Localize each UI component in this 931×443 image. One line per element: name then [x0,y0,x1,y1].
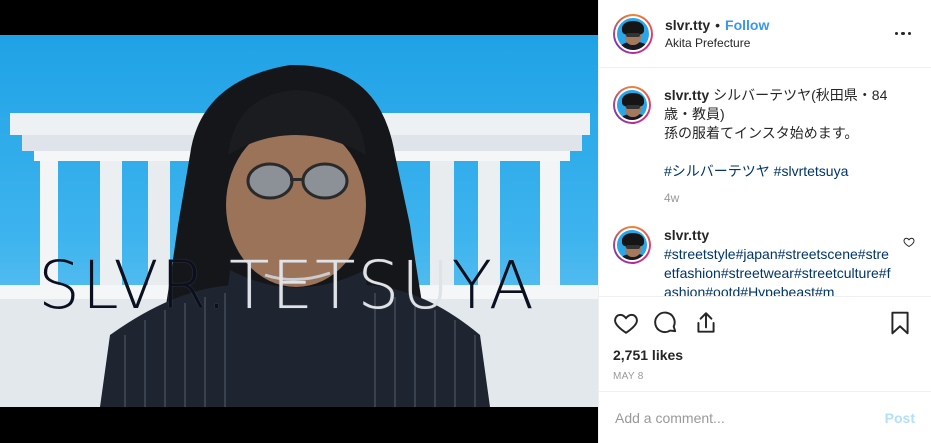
photo-overlay-text: SLVR.TETSUYA [38,247,536,324]
likes-count[interactable]: 2,751 likes [613,347,917,363]
caption-hashtags[interactable]: #シルバーテツヤ #slvrtetsuya [664,162,915,181]
add-comment-input[interactable] [615,409,885,426]
comment-username[interactable]: slvr.tty [664,226,889,245]
author-avatar[interactable] [613,13,653,54]
photo-scene [0,64,598,407]
bookmark-icon[interactable] [887,310,913,336]
like-comment-icon[interactable] [903,236,915,248]
more-options-icon[interactable] [891,22,915,46]
caption-text-line2: 孫の服着てインスタ始めます。 [664,125,859,141]
caption-avatar[interactable] [613,86,651,124]
post-location[interactable]: Akita Prefecture [665,36,891,50]
caption: slvr.tty シルバーテツヤ(秋田県・84歳・教員) 孫の服着てインスタ始めま… [613,86,915,208]
comment-item: slvr.tty #streetstyle#japan#streetscene#… [613,226,915,296]
follow-button[interactable]: Follow [725,17,769,33]
separator-dot: • [715,17,721,33]
comment-avatar[interactable] [613,226,651,264]
add-comment-bar: Post [599,391,931,443]
comments-list[interactable]: slvr.tty シルバーテツヤ(秋田県・84歳・教員) 孫の服着てインスタ始めま… [599,68,931,296]
post-date[interactable]: MAY 8 [613,371,917,382]
post-actions: 2,751 likes MAY 8 [599,296,931,390]
comment-icon[interactable] [653,310,679,336]
post-media[interactable]: SLVR.TETSUYA [0,0,598,443]
post-details-panel: slvr.tty • Follow Akita Prefecture slvr.… [598,0,931,443]
post-header: slvr.tty • Follow Akita Prefecture [599,0,931,68]
author-username[interactable]: slvr.tty [665,17,710,33]
comment-hashtags[interactable]: #streetstyle#japan#streetscene#streetfas… [664,245,893,296]
share-icon[interactable] [693,310,719,336]
heart-icon[interactable] [613,310,639,336]
post-photo[interactable]: SLVR.TETSUYA [0,35,598,407]
caption-timestamp[interactable]: 4w [664,189,915,208]
post-comment-button[interactable]: Post [885,410,915,426]
caption-username[interactable]: slvr.tty [664,87,709,103]
